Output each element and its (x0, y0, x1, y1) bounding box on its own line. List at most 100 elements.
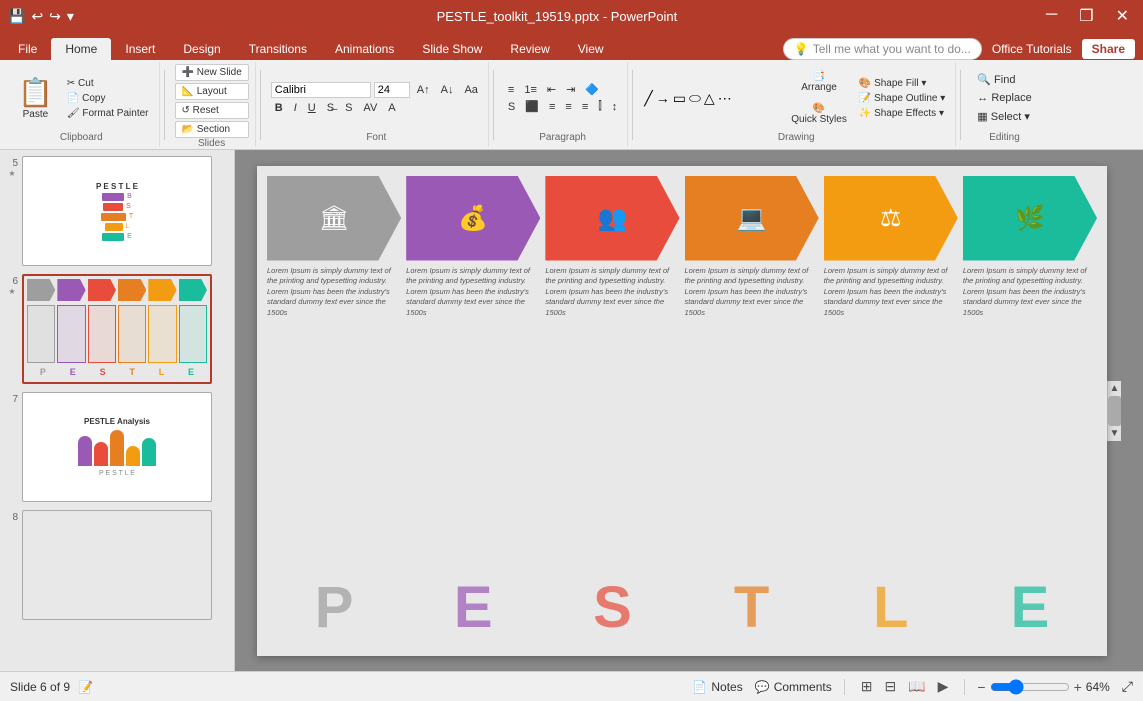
shape-effects-button[interactable]: ✨ Shape Effects ▾ (855, 107, 949, 120)
redo-icon[interactable]: ↪ (49, 8, 61, 25)
tab-file[interactable]: File (4, 38, 51, 60)
new-slide-icon: ➕ (182, 67, 194, 78)
clipboard-small-buttons: ✂ Cut 📄 Copy 🖌 Format Painter (63, 77, 153, 120)
tell-me-box[interactable]: 💡 Tell me what you want to do... (783, 38, 982, 60)
vertical-scrollbar[interactable]: ▲ ▼ (1107, 381, 1121, 441)
numbering-button[interactable]: 1≡ (520, 82, 541, 97)
font-size-input[interactable] (374, 82, 410, 98)
normal-view-button[interactable]: ⊞ (857, 676, 877, 697)
letter-t: T (734, 574, 769, 641)
tab-transitions[interactable]: Transitions (235, 38, 321, 60)
slide-view[interactable]: 🏛 💰 👥 (235, 150, 1143, 671)
decrease-indent-button[interactable]: ⇤ (543, 82, 560, 97)
shape-rect[interactable]: ▭ (672, 89, 687, 108)
tab-animations[interactable]: Animations (321, 38, 408, 60)
layout-button[interactable]: 📐 Layout (175, 83, 249, 100)
shape-arrow[interactable]: → (655, 89, 671, 108)
clear-formatting-button[interactable]: Aa (460, 83, 481, 97)
ribbon-tabs: File Home Insert Design Transitions Anim… (0, 32, 1143, 60)
align-right-button[interactable]: ≡ (561, 99, 575, 114)
font-increase-button[interactable]: A↑ (413, 83, 434, 97)
letter-e1: E (454, 574, 493, 641)
shape-triangle[interactable]: △ (703, 89, 716, 108)
slide-panel: 5 ★ P E S T L E B S T (0, 150, 235, 671)
slideshow-button[interactable]: ▶ (934, 676, 953, 697)
copy-button[interactable]: 📄 Copy (63, 92, 153, 105)
zoom-slider[interactable] (990, 679, 1070, 695)
office-tutorials-button[interactable]: Office Tutorials (992, 42, 1072, 56)
slide-thumb-6[interactable]: 6 ★ (4, 272, 230, 386)
minimize-button[interactable]: ─ (1040, 6, 1063, 26)
underline-button[interactable]: U (304, 101, 320, 115)
zoom-in-button[interactable]: + (1074, 679, 1082, 695)
comments-button[interactable]: 💬 Comments (755, 680, 832, 694)
bullets-button[interactable]: ≡ (504, 82, 518, 97)
char-spacing-button[interactable]: AV (359, 101, 381, 115)
shape-more[interactable]: ⋯ (717, 89, 733, 108)
tab-view[interactable]: View (564, 38, 618, 60)
customize-qat-icon[interactable]: ▾ (67, 8, 74, 25)
italic-button[interactable]: I (290, 101, 301, 115)
shape-line[interactable]: ╱ (643, 89, 653, 108)
slide-thumb-7[interactable]: 7 ★ PESTLE Analysis P E S T L E (4, 390, 230, 504)
align-left-button[interactable]: ⬛ (521, 99, 543, 114)
reset-label: Reset (193, 105, 219, 116)
tab-design[interactable]: Design (169, 38, 234, 60)
format-painter-button[interactable]: 🖌 Format Painter (63, 107, 153, 120)
slide-sorter-button[interactable]: ⊟ (880, 676, 900, 697)
divider-3 (493, 70, 494, 140)
tab-insert[interactable]: Insert (111, 38, 169, 60)
quick-styles-button[interactable]: 🎨 Quick Styles (785, 99, 853, 129)
paste-button[interactable]: 📋 Paste (10, 72, 61, 124)
find-button[interactable]: 🔍 Find (971, 71, 1037, 88)
font-name-input[interactable] (271, 82, 371, 98)
save-icon[interactable]: 💾 (8, 8, 25, 25)
scroll-up-button[interactable]: ▲ (1108, 381, 1122, 396)
zoom-out-button[interactable]: − (977, 679, 985, 695)
divider-2 (260, 70, 261, 140)
scroll-down-button[interactable]: ▼ (1108, 426, 1122, 441)
font-label: Font (366, 132, 386, 145)
restore-button[interactable]: ❐ (1073, 6, 1099, 26)
close-button[interactable]: ✕ (1110, 6, 1135, 26)
arrange-button[interactable]: 📑 Arrange (785, 67, 853, 97)
justify-button[interactable]: ≡ (578, 99, 592, 114)
shape-fill-button[interactable]: 🎨 Shape Fill ▾ (855, 77, 949, 90)
line-spacing-button[interactable]: ↕ (608, 99, 622, 114)
col-l: ⚖ (824, 176, 958, 261)
notes-button[interactable]: 📄 Notes (692, 680, 742, 694)
replace-button[interactable]: ↔ Replace (971, 90, 1037, 106)
strikethrough-button[interactable]: S̶ (323, 101, 338, 115)
scroll-track[interactable] (1108, 396, 1121, 426)
cut-button[interactable]: ✂ Cut (63, 77, 153, 90)
reset-button[interactable]: ↺ Reset (175, 102, 249, 119)
share-button[interactable]: Share (1082, 39, 1135, 59)
font-color-button[interactable]: A (384, 101, 399, 115)
undo-icon[interactable]: ↩ (31, 8, 43, 25)
font-decrease-button[interactable]: A↓ (437, 83, 458, 97)
smart-art-button[interactable]: 🔷 (581, 82, 603, 97)
shape-outline-button[interactable]: 📝 Shape Outline ▾ (855, 92, 949, 105)
col-p: 🏛 (267, 176, 401, 261)
tab-slideshow[interactable]: Slide Show (408, 38, 496, 60)
text-s: Lorem Ipsum is simply dummy text of the … (545, 266, 679, 319)
increase-indent-button[interactable]: ⇥ (562, 82, 579, 97)
shadow-button[interactable]: S (341, 101, 356, 115)
tab-home[interactable]: Home (51, 38, 111, 60)
slide-thumb-5[interactable]: 5 ★ P E S T L E B S T (4, 154, 230, 268)
fit-button[interactable]: ⤢ (1122, 678, 1133, 695)
columns-button[interactable]: ⫿ (594, 99, 606, 114)
slide-thumb-8[interactable]: 8 ★ (4, 508, 230, 622)
tab-review[interactable]: Review (496, 38, 563, 60)
align-center-button[interactable]: ≡ (545, 99, 559, 114)
bold-button[interactable]: B (271, 101, 287, 115)
new-slide-button[interactable]: ➕ New Slide (175, 64, 249, 81)
quick-styles-label: Quick Styles (791, 114, 847, 125)
select-button[interactable]: ▦ Select ▾ (971, 108, 1037, 125)
text-shadow-button[interactable]: S (504, 99, 519, 114)
scroll-thumb[interactable] (1108, 396, 1121, 426)
tell-me-text[interactable]: Tell me what you want to do... (813, 42, 971, 56)
section-button[interactable]: 📂 Section (175, 121, 249, 138)
shape-oval[interactable]: ⬭ (688, 89, 702, 108)
reading-view-button[interactable]: 📖 (904, 676, 929, 697)
